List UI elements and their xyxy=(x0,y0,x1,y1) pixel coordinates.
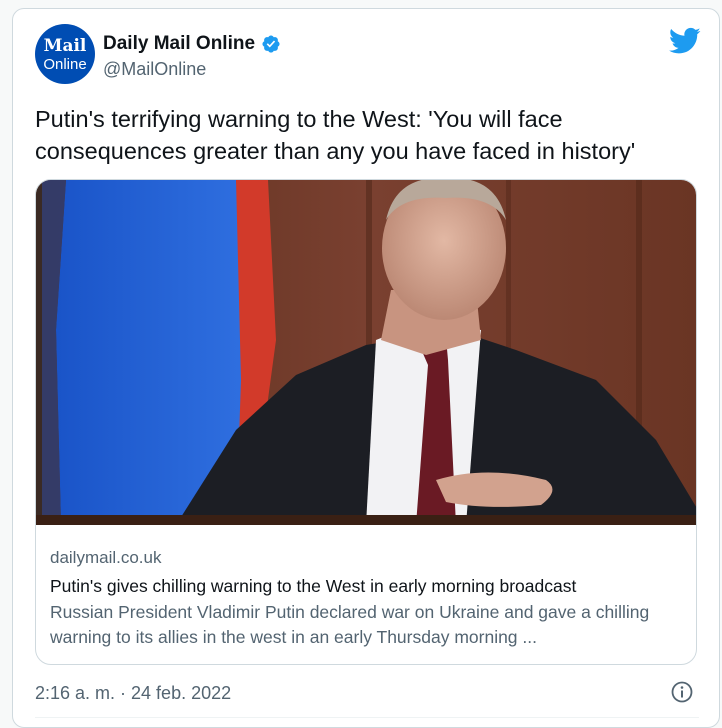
link-domain: dailymail.co.uk xyxy=(50,548,162,567)
tweet-card[interactable]: Mail Online Daily Mail Online @MailOnlin… xyxy=(12,8,720,728)
tweet-timestamp[interactable]: 2:16 a. m. · 24 feb. 2022 xyxy=(35,683,231,704)
article-photo[interactable] xyxy=(36,180,697,525)
tweet-text: Putin's terrifying warning to the West: … xyxy=(35,106,636,164)
link-title: Putin's gives chilling warning to the We… xyxy=(50,576,577,596)
avatar-logo-line1: Mail xyxy=(43,36,87,56)
info-icon[interactable] xyxy=(670,680,694,704)
link-description: Russian President Vladimir Putin declare… xyxy=(50,602,650,647)
avatar-logo-line2: Online xyxy=(43,56,87,73)
twitter-bird-icon[interactable] xyxy=(669,27,701,55)
verified-badge-icon xyxy=(262,35,280,53)
link-preview-card[interactable]: dailymail.co.uk Putin's gives chilling w… xyxy=(35,179,697,665)
display-name-row[interactable]: Daily Mail Online xyxy=(103,33,281,55)
handle[interactable]: @MailOnline xyxy=(103,59,206,80)
divider xyxy=(35,717,699,718)
avatar[interactable]: Mail Online xyxy=(35,24,95,84)
display-name[interactable]: Daily Mail Online xyxy=(103,33,255,55)
